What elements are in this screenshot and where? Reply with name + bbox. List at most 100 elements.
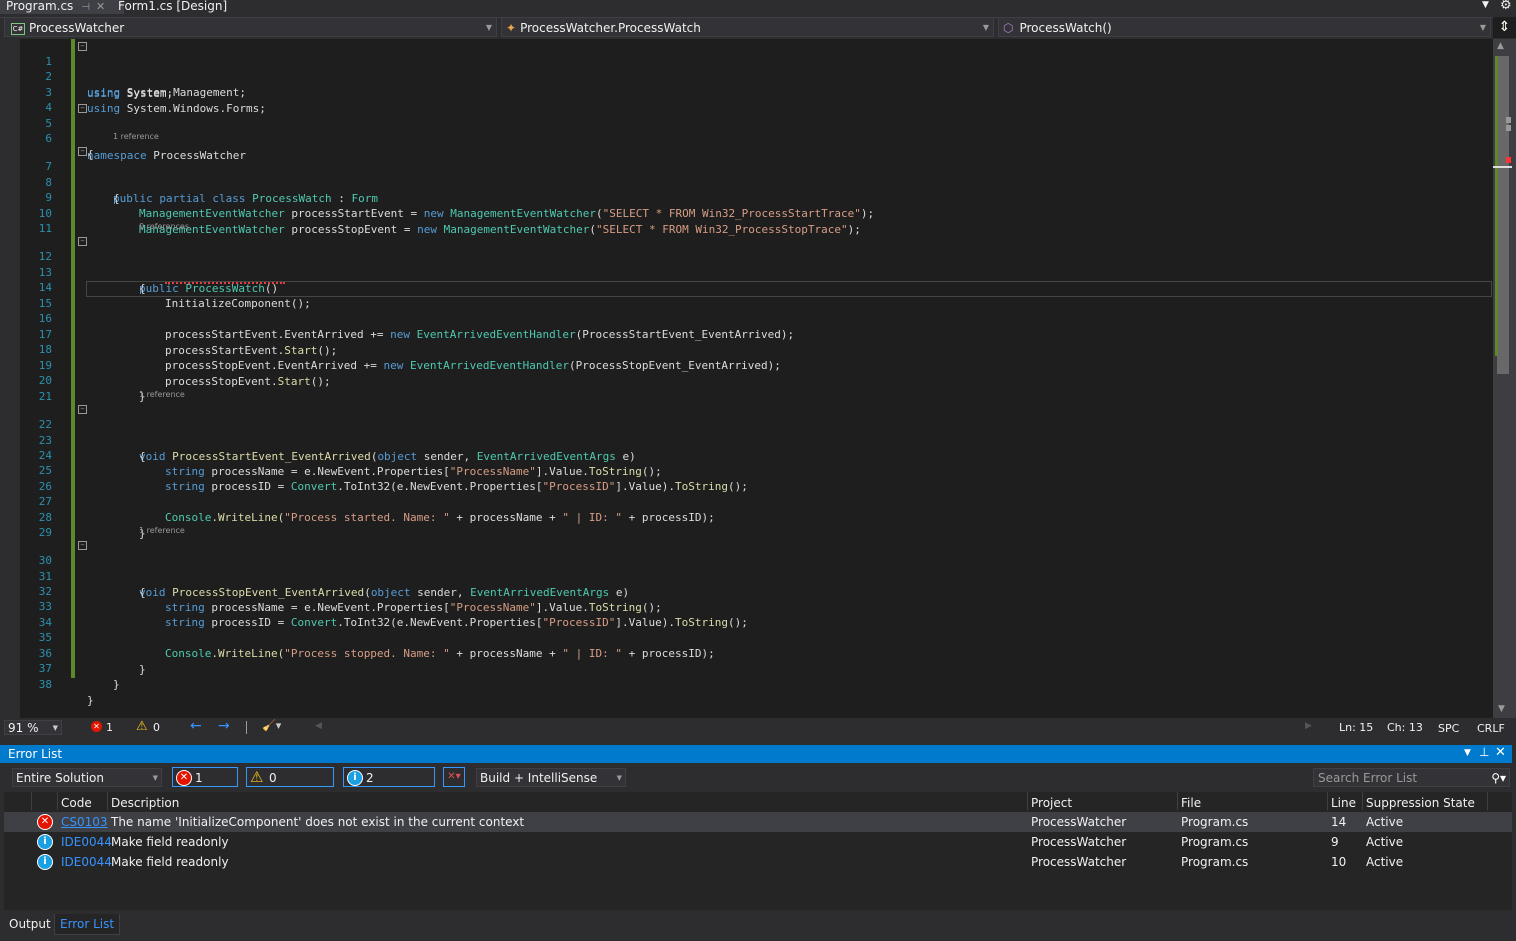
collapse-icon[interactable]: − <box>78 541 87 550</box>
column-header-line[interactable]: Line <box>1331 794 1356 812</box>
code-line: 22 − void ProcessStartEvent_EventArrived… <box>0 401 1480 463</box>
navigate-back-icon[interactable]: ← <box>190 718 202 734</box>
message-code-link[interactable]: IDE0044 <box>61 852 112 872</box>
member-dropdown[interactable]: ⬡ ProcessWatch() ▼ <box>998 17 1491 37</box>
chevron-down-icon: ▼ <box>1479 23 1486 32</box>
collapse-icon[interactable]: − <box>78 42 87 51</box>
caret-position-marker <box>1493 166 1512 168</box>
csharp-project-icon: C# <box>11 22 25 35</box>
collapse-icon[interactable]: − <box>78 405 87 414</box>
message-row[interactable] <box>4 852 1512 872</box>
split-editor-icon[interactable]: ⇕ <box>1493 17 1516 38</box>
code-line: 8 { <box>0 159 1480 205</box>
codelens-references[interactable]: 1 reference <box>139 526 185 535</box>
pin-icon[interactable]: ⊥ <box>1479 745 1489 759</box>
scroll-left-icon[interactable]: ◀ <box>315 721 322 731</box>
code-text: } <box>87 694 94 707</box>
member-name: ProcessWatch() <box>1019 21 1112 35</box>
error-count[interactable]: 1 <box>106 721 113 734</box>
code-line: 1 − using System; <box>0 38 1480 100</box>
tab-output[interactable]: Output <box>4 914 56 934</box>
chevron-down-icon: ▼ <box>52 724 58 732</box>
close-icon[interactable]: ✕ <box>1495 745 1506 760</box>
scrollbar-thumb[interactable] <box>1497 56 1509 374</box>
code-line: 32 string processName = e.NewEvent.Prope… <box>0 568 1480 614</box>
tool-window-tabs <box>0 912 1516 941</box>
error-icon: ✕ <box>176 770 192 786</box>
column-header-file[interactable]: File <box>1181 794 1201 812</box>
collapse-icon[interactable]: − <box>78 104 87 113</box>
type-dropdown[interactable]: ✦ ProcessWatcher.ProcessWatch ▼ <box>501 17 994 37</box>
tab-error-list[interactable]: Error List <box>54 914 121 935</box>
warning-icon: ⚠ <box>250 768 264 786</box>
column-separator <box>1487 792 1488 810</box>
column-header-suppression-state[interactable]: Suppression State <box>1366 794 1475 812</box>
line-ending[interactable]: CRLF <box>1477 722 1505 735</box>
warning-count[interactable]: 0 <box>153 721 160 734</box>
build-filter-value: Build + IntelliSense <box>480 771 598 785</box>
column-header-description[interactable]: Description <box>111 794 179 812</box>
code-line: 27 Console.WriteLine("Process started. N… <box>0 478 1480 524</box>
close-icon[interactable]: ✕ <box>96 0 105 13</box>
codelens-references[interactable]: 0 references <box>139 222 189 231</box>
tab-label: Program.cs <box>6 0 74 13</box>
code-line: 26 <box>0 463 1480 493</box>
pin-icon[interactable]: ⊣ <box>81 2 90 13</box>
message-code-link[interactable]: IDE0044 <box>61 832 112 852</box>
code-line: 29 <box>0 509 1480 539</box>
project-dropdown[interactable]: C# ProcessWatcher ▼ <box>4 17 497 37</box>
codelens-references[interactable]: 1 reference <box>113 132 159 141</box>
scroll-marker <box>1506 117 1511 123</box>
tab-program-cs[interactable]: Program.cs ⊣ ✕ <box>0 0 124 14</box>
column-separator <box>1327 792 1328 810</box>
chevron-down-icon: ▼ <box>616 774 622 782</box>
line-indicator: Ln: 15 <box>1339 721 1374 734</box>
messages-filter-button[interactable]: i 2 Messages <box>343 767 435 805</box>
code-text: } <box>113 678 120 691</box>
build-filter-dropdown[interactable]: Build + IntelliSense ▼ <box>476 768 626 787</box>
gear-icon[interactable]: ⚙ <box>1500 0 1512 13</box>
code-line: 5 − namespace ProcessWatcher <box>0 100 1480 162</box>
tab-form1-design[interactable]: Form1.cs [Design] <box>112 0 233 14</box>
scroll-up-icon[interactable]: ▲ <box>1497 41 1504 51</box>
code-line: 9 ManagementEventWatcher processStartEve… <box>0 174 1480 220</box>
indent-mode[interactable]: SPC <box>1438 722 1459 735</box>
collapse-icon[interactable]: − <box>78 237 87 246</box>
tab-list-dropdown-icon[interactable]: ▼ <box>1482 0 1489 10</box>
clear-filter-icon[interactable]: ✕▾ <box>443 767 465 787</box>
navigate-forward-icon[interactable]: → <box>218 718 230 734</box>
chevron-down-icon: ▼ <box>152 774 158 782</box>
zoom-dropdown[interactable]: 91 % ▼ <box>4 720 62 735</box>
error-icon[interactable]: ✕ <box>91 721 102 732</box>
search-icon[interactable]: ⚲▾ <box>1491 769 1506 788</box>
code-cleanup-icon[interactable]: 🧹▾ <box>262 719 281 732</box>
window-menu-icon[interactable]: ▼ <box>1464 748 1471 758</box>
tab-label: Output <box>9 917 51 931</box>
warning-icon[interactable]: ⚠ <box>136 719 148 734</box>
errors-filter-button[interactable]: ✕ 1 Error <box>172 767 238 805</box>
warnings-filter-button[interactable]: ⚠ 0 Warnings <box>246 767 334 805</box>
column-header-project[interactable]: Project <box>1031 794 1072 812</box>
scope-dropdown[interactable]: Entire Solution ▼ <box>12 768 162 787</box>
code-line: 10 ManagementEventWatcher processStopEve… <box>0 190 1480 236</box>
message-description: Make field readonly <box>111 855 229 869</box>
scroll-down-icon[interactable]: ▼ <box>1498 704 1505 714</box>
chevron-down-icon: ▼ <box>982 23 989 32</box>
error-list-title-bar[interactable]: Error List <box>0 745 1512 763</box>
code-line: 3 using System.Windows.Forms; <box>0 69 1480 115</box>
code-line: 12 − public ProcessWatch() <box>0 233 1480 295</box>
code-line: 16 processStartEvent.EventArrived += new… <box>0 295 1480 341</box>
error-code-link[interactable]: CS0103 <box>61 812 108 832</box>
class-icon: ✦ <box>506 21 517 35</box>
info-icon: i <box>37 854 53 870</box>
message-file: Program.cs <box>1181 855 1249 869</box>
code-line: 14 InitializeComponent(); <box>0 264 1480 310</box>
search-error-list-input[interactable]: Search Error List ⚲▾ <box>1313 768 1510 787</box>
collapse-icon[interactable]: − <box>78 147 87 156</box>
info-icon: i <box>37 834 53 850</box>
message-row[interactable] <box>4 832 1512 852</box>
codelens-references[interactable]: 1 reference <box>139 390 185 399</box>
column-header-code[interactable]: Code <box>61 794 92 812</box>
scroll-right-icon[interactable]: ▶ <box>1305 721 1312 731</box>
code-line: 2 using System.Management; <box>0 53 1480 99</box>
